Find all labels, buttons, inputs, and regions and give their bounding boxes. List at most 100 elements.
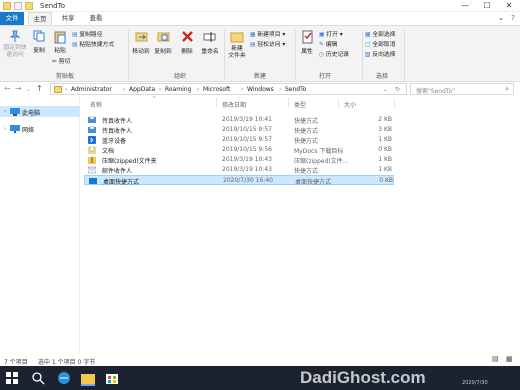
nav-item-this-pc[interactable]: › 此电脑 (0, 106, 80, 117)
fax-shortcut-icon (88, 116, 96, 123)
clipboard-group-label: 剪贴板 (55, 73, 74, 80)
cut-button[interactable]: ✂ 剪切 (52, 56, 70, 65)
file-row[interactable]: 传真收件人 2019/3/19 10:41 快捷方式 2 KB (84, 115, 394, 125)
minimize-button[interactable]: — (454, 0, 476, 12)
history-button[interactable]: ◷ 历史记录 (319, 49, 349, 58)
file-explorer-icon[interactable] (80, 370, 96, 386)
search-placeholder: 搜索"SendTo" (416, 88, 455, 95)
network-icon (10, 125, 20, 133)
maximize-button[interactable]: ☐ (476, 0, 498, 12)
store-icon[interactable] (104, 370, 120, 386)
back-arrow-icon[interactable]: ← (4, 84, 11, 93)
tab-home[interactable]: 主页 (28, 12, 52, 25)
ribbon-expand-icon[interactable]: ⌄ (496, 12, 506, 25)
file-row[interactable]: 压缩(zipped)文件夹 2019/3/19 10:43 压缩(zipped)… (84, 155, 394, 165)
large-icons-view-icon[interactable]: ▦ (506, 355, 513, 363)
select-all-button[interactable]: ▦ 全部选择 (365, 29, 396, 38)
properties-button[interactable]: 属性 (298, 28, 316, 64)
copy-button[interactable]: 复制 (30, 28, 48, 60)
properties-icon (302, 30, 313, 44)
divider (404, 30, 405, 80)
column-size[interactable]: 大小 (344, 100, 356, 109)
search-icon: ⌕ (505, 85, 509, 93)
copy-to-button[interactable]: 复制到 (153, 28, 173, 64)
breadcrumb-microsoft[interactable]: Microsoft (203, 86, 230, 93)
folder-icon (3, 2, 11, 10)
delete-icon (182, 31, 193, 42)
paste-shortcut-button[interactable]: ▤ 粘贴快捷方式 (72, 39, 114, 48)
edit-button[interactable]: ✎ 编辑 (319, 39, 337, 48)
up-arrow-icon[interactable]: ↑ (36, 84, 43, 93)
new-folder-quick-icon[interactable] (25, 2, 33, 10)
watermark: DadiGhost.com (300, 368, 426, 387)
breadcrumb-windows[interactable]: Windows (247, 86, 274, 93)
select-group-label: 选择 (375, 73, 388, 80)
breadcrumb-roaming[interactable]: Roaming (165, 86, 191, 93)
fax-shortcut-icon (88, 126, 96, 133)
cut-icon: ✂ (52, 59, 57, 65)
open-button[interactable]: ▣ 打开 ▾ (319, 29, 343, 38)
copy-icon (33, 30, 45, 42)
divider (295, 30, 296, 80)
bluetooth-icon (88, 136, 96, 144)
select-none-button[interactable]: ▢ 全部取消 (365, 39, 396, 48)
invert-selection-button[interactable]: ▧ 反向选择 (365, 49, 396, 58)
item-count: 7 个项目 (4, 359, 28, 366)
rename-button[interactable]: 重命名 (198, 28, 222, 64)
column-date[interactable]: 修改日期 (222, 100, 246, 109)
column-type[interactable]: 类型 (294, 100, 306, 109)
title-bar: SendTo — ☐ ✕ (0, 0, 520, 12)
ribbon: 固定到快 速访问 复制 粘贴 ▤ 复制路径 ▤ 粘贴快捷方式 ✂ 剪切 剪贴板 … (0, 25, 520, 82)
documents-icon (88, 146, 96, 154)
search-input[interactable]: 搜索"SendTo" ⌕ (410, 83, 514, 95)
address-dropdown-icon[interactable]: ⌄ (383, 86, 388, 93)
move-to-button[interactable]: 移动到 (131, 28, 151, 64)
divider (128, 30, 129, 80)
help-icon[interactable]: ? (508, 12, 518, 25)
close-button[interactable]: ✕ (498, 0, 520, 12)
recent-chevron-icon[interactable]: ⌄ (26, 86, 31, 93)
search-icon[interactable] (30, 370, 46, 386)
tab-file[interactable]: 文件 (0, 12, 24, 25)
rename-icon (203, 32, 216, 42)
file-row[interactable]: 文档 2019/10/15 9:56 MyDocs 下载目标 0 KB (84, 145, 394, 155)
selection-info: 选中 1 个项目 0 字节 (38, 359, 96, 366)
open-group-label: 打开 (318, 73, 331, 80)
navigation-pane: › 此电脑 › 网络 (0, 96, 80, 354)
window-title: SendTo (40, 2, 65, 10)
easy-access-button[interactable]: ▤ 轻松访问 ▾ (250, 39, 285, 48)
details-view-icon[interactable]: ▤ (492, 355, 499, 363)
new-group-label: 新建 (253, 73, 266, 80)
copy-path-button[interactable]: ▤ 复制路径 (72, 29, 103, 38)
tab-share[interactable]: 共享 (56, 12, 80, 25)
copy-to-icon (157, 32, 170, 42)
file-list: 名称 ^ 修改日期 类型 大小 传真收件人 2019/3/19 10:41 快捷… (82, 96, 520, 354)
nav-item-network[interactable]: › 网络 (0, 123, 80, 134)
breadcrumb-appdata[interactable]: AppData (129, 86, 155, 93)
status-bar: 7 个项目 选中 1 个项目 0 字节 ▤ ▦ (0, 354, 520, 366)
tab-view[interactable]: 查看 (84, 12, 108, 25)
delete-button[interactable]: 删除 (178, 28, 196, 64)
forward-arrow-icon[interactable]: → (15, 84, 22, 93)
edge-browser-icon[interactable] (56, 370, 72, 386)
file-row[interactable]: 蓝牙设备 2019/10/15 9:57 快捷方式 1 KB (84, 135, 394, 145)
folder-icon (54, 86, 62, 93)
new-item-button[interactable]: ▦ 新建项目 ▾ (250, 29, 285, 38)
pin-quick-access-button[interactable]: 固定到快 速访问 (2, 28, 28, 66)
new-folder-button[interactable]: 新建 文件夹 (227, 28, 247, 68)
desktop-shortcut-icon (89, 178, 97, 184)
organize-group-label: 组织 (173, 73, 186, 80)
file-row[interactable]: 传真收件人 2019/10/15 9:57 快捷方式 3 KB (84, 125, 394, 135)
file-row-selected[interactable]: 桌面快捷方式 2020/7/30 16:40 桌面快捷方式 0 KB (84, 175, 394, 186)
properties-quick-icon[interactable] (14, 2, 22, 10)
file-row[interactable]: 邮件收件人 2019/3/19 10:43 快捷方式 1 KB (84, 165, 394, 175)
column-name[interactable]: 名称 (90, 100, 102, 109)
mail-recipient-icon (88, 166, 96, 174)
address-row: ← → ⌄ ↑ › Administrator › AppData › Roam… (0, 82, 520, 96)
start-windows-icon[interactable] (4, 370, 20, 386)
refresh-icon[interactable]: ↻ (395, 86, 400, 93)
zip-folder-icon (88, 157, 96, 164)
address-bar[interactable]: › Administrator › AppData › Roaming › Mi… (50, 83, 407, 95)
breadcrumb-sendto[interactable]: SendTo (285, 86, 306, 93)
breadcrumb-administrator[interactable]: Administrator (71, 86, 112, 93)
